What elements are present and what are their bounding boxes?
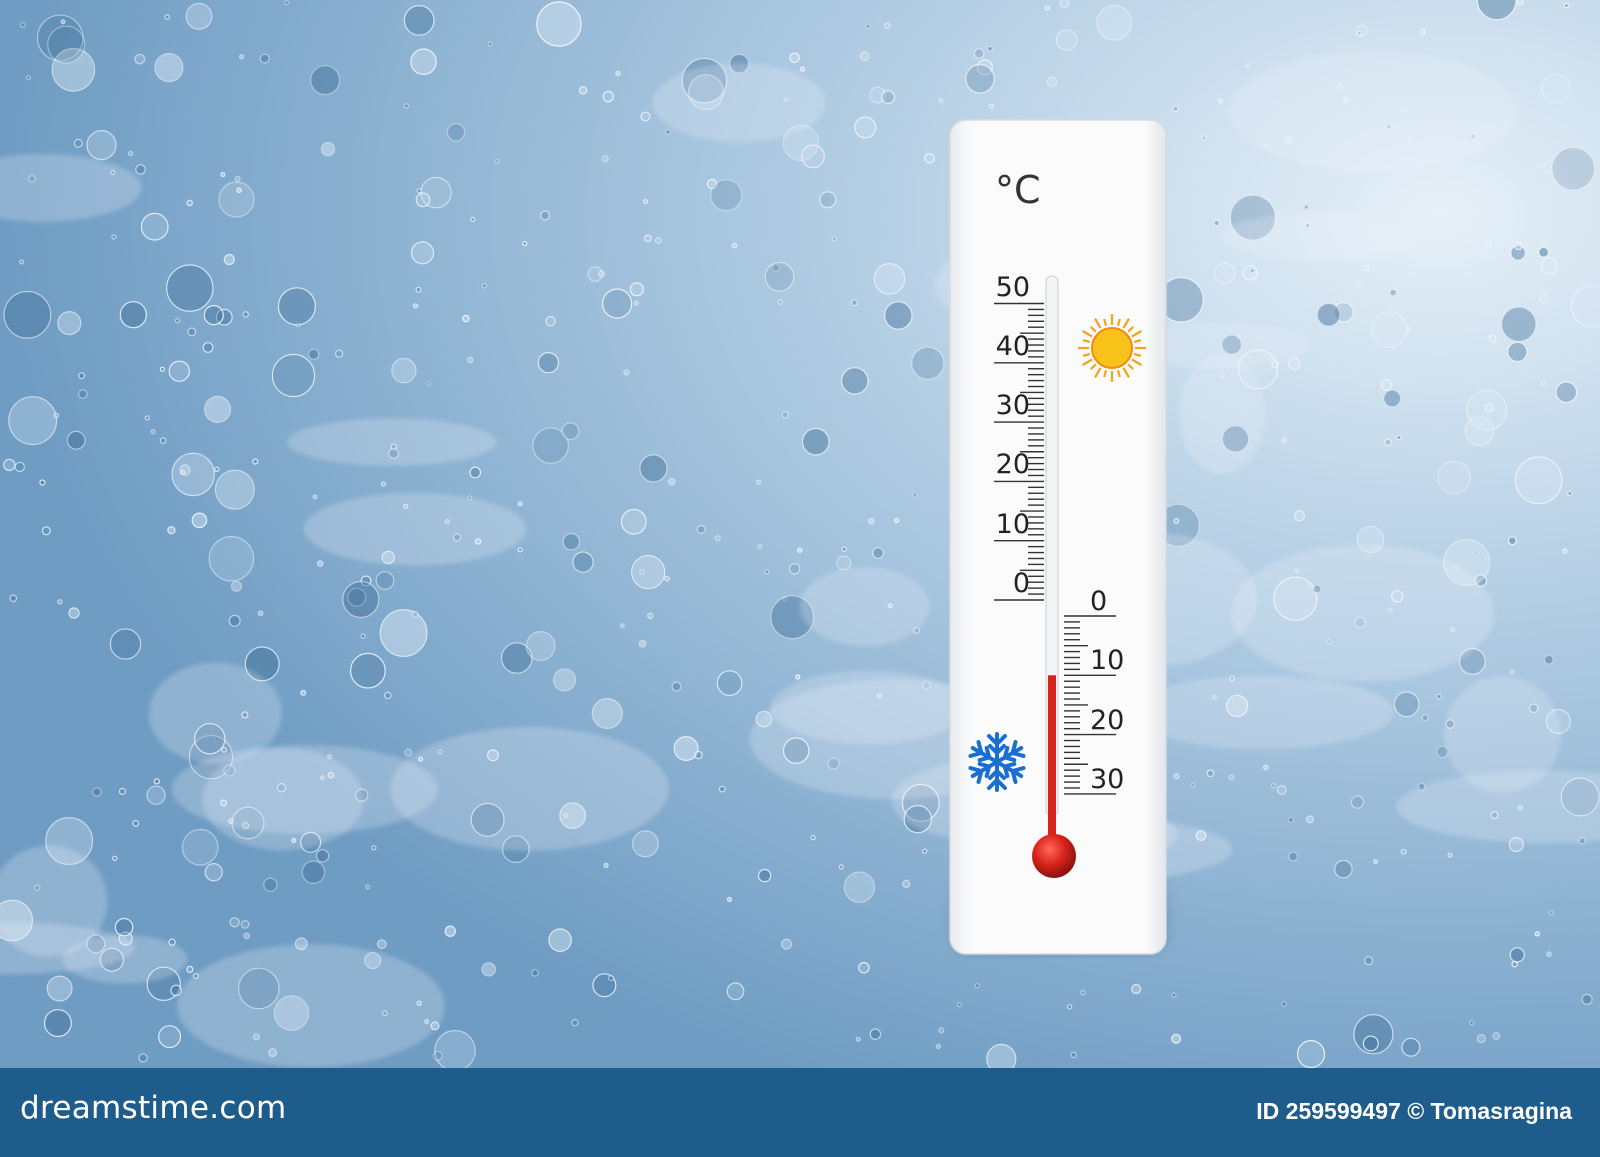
scale-label-positive: 50	[995, 271, 1030, 303]
scale-label-positive: 40	[995, 330, 1030, 362]
scale-label-positive: 20	[995, 449, 1030, 481]
ice-background-photo	[0, 0, 1600, 1068]
image-credit: ID 259599497 © Tomasragina	[1256, 1098, 1572, 1124]
mercury-column	[1048, 675, 1056, 850]
scale-label-negative: 0	[1090, 586, 1108, 617]
scale-label-positive: 0	[1012, 568, 1030, 599]
scale-label-negative: 30	[1090, 763, 1125, 795]
mercury-bulb	[1032, 834, 1076, 878]
watermark-footer: dreamstime.com ID 259599497 © Tomasragin…	[0, 1068, 1600, 1157]
celsius-unit-label: °C	[995, 168, 1041, 212]
scale-label-negative: 10	[1090, 645, 1125, 677]
brand-logo[interactable]: dreamstime.com	[20, 1090, 286, 1126]
scale-label-negative: 20	[1090, 704, 1125, 736]
scale-label-positive: 10	[995, 508, 1030, 540]
scale-label-positive: 30	[995, 390, 1030, 422]
